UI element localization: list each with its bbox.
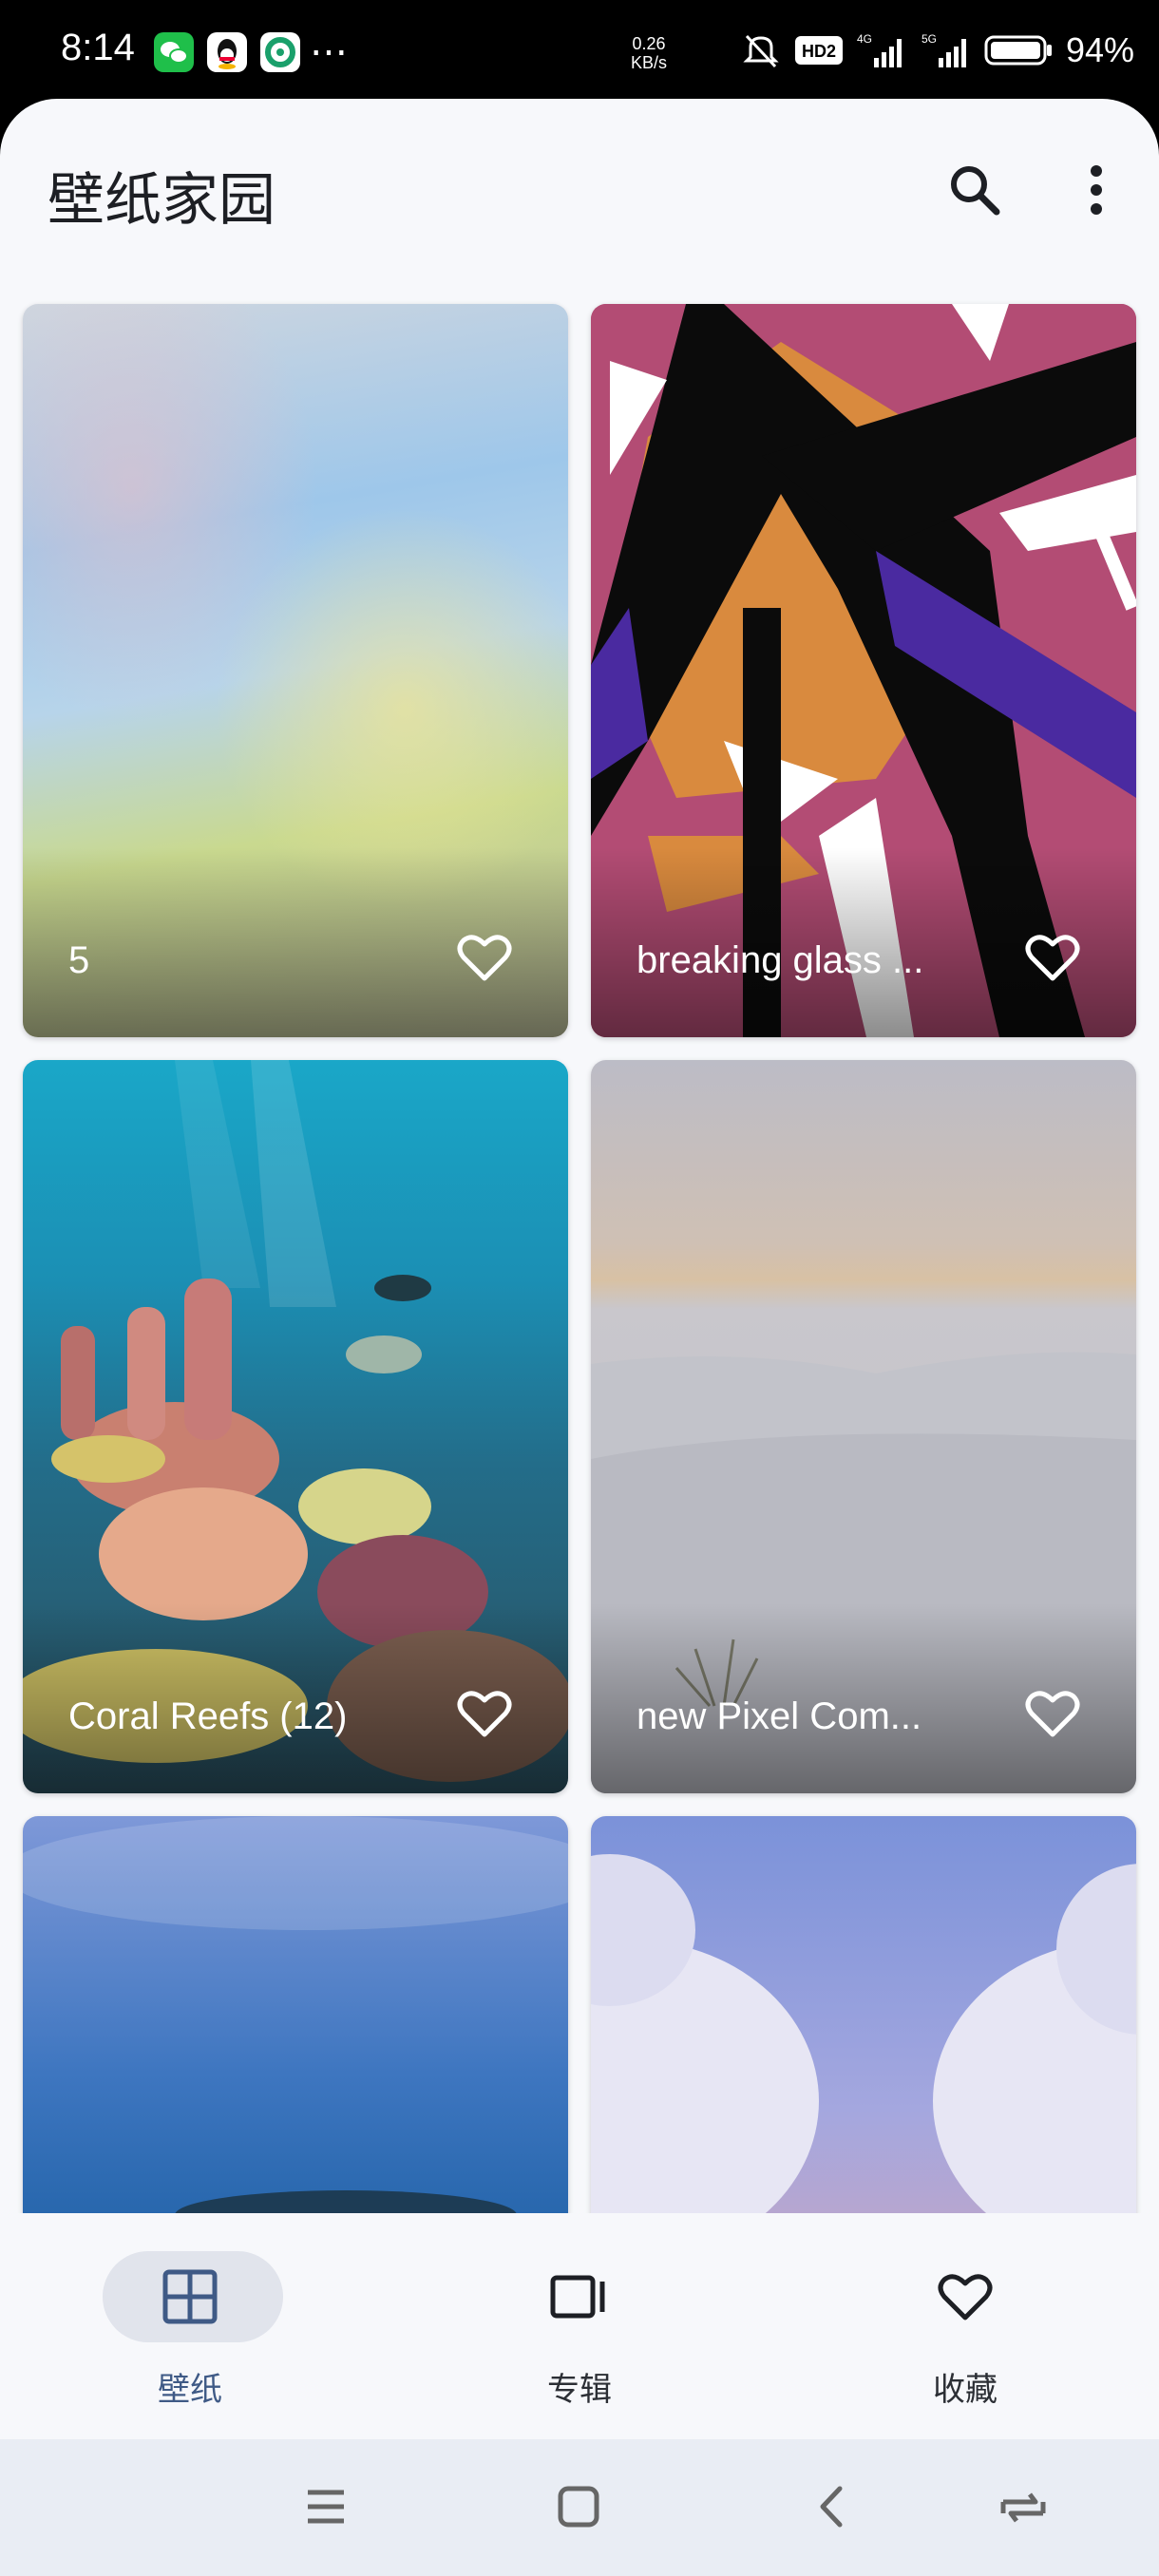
grid-icon xyxy=(162,2269,218,2324)
browser-icon xyxy=(260,32,300,72)
svg-text:HD2: HD2 xyxy=(802,42,836,61)
more-options-button[interactable] xyxy=(1056,150,1136,230)
wallpaper-title: new Pixel Com... xyxy=(636,1695,922,1737)
nav-item-wallpaper[interactable]: 壁纸 xyxy=(95,2251,285,2422)
status-time: 8:14 xyxy=(61,27,135,68)
app-surface: 壁纸家园 5 breaking glass ... Coral Reefs (1… xyxy=(0,99,1159,2439)
home-icon[interactable] xyxy=(555,2483,602,2530)
favorite-button[interactable] xyxy=(454,1683,515,1744)
signal-4g-icon: 4G xyxy=(857,32,902,67)
wallpaper-title: 5 xyxy=(68,939,90,981)
wallpaper-card[interactable]: breaking glass ... xyxy=(591,304,1136,1037)
network-speed: 0.26 KB/s xyxy=(631,34,667,72)
wechat-icon xyxy=(154,32,194,72)
wallpaper-title: Coral Reefs (12) xyxy=(68,1695,348,1737)
system-navigation-bar xyxy=(0,2439,1159,2576)
battery-level: 94% xyxy=(1065,30,1134,69)
signal-5g-icon: 5G xyxy=(922,32,966,67)
back-icon[interactable] xyxy=(809,2483,857,2530)
qq-icon xyxy=(207,32,247,72)
nav-item-album[interactable]: 专辑 xyxy=(484,2251,674,2422)
silent-icon xyxy=(743,34,779,68)
wallpaper-card[interactable]: Coral Reefs (12) xyxy=(23,1060,568,1793)
network-speed-value: 0.26 xyxy=(632,34,666,53)
page-title: 壁纸家园 xyxy=(48,167,276,234)
heart-icon xyxy=(938,2274,993,2320)
favorite-button[interactable] xyxy=(1022,927,1083,988)
bottom-navigation: 壁纸 专辑 收藏 xyxy=(0,2213,1159,2439)
network-speed-unit: KB/s xyxy=(631,53,668,72)
search-icon xyxy=(951,166,1000,216)
svg-text:4G: 4G xyxy=(857,32,872,46)
favorite-button[interactable] xyxy=(1022,1683,1083,1744)
nav-label: 专辑 xyxy=(547,2371,612,2409)
wallpaper-card[interactable]: 5 xyxy=(23,304,568,1037)
switch-app-icon[interactable] xyxy=(998,2483,1049,2530)
nav-item-favorites[interactable]: 收藏 xyxy=(870,2251,1060,2422)
favorite-button[interactable] xyxy=(454,927,515,988)
album-icon xyxy=(550,2275,605,2319)
search-button[interactable] xyxy=(935,150,1015,230)
hd-icon: HD2 xyxy=(794,36,843,65)
nav-label: 壁纸 xyxy=(158,2371,222,2409)
svg-text:5G: 5G xyxy=(922,32,937,46)
status-bar: 8:14 … 0.26 KB/s HD2 4G 5G 94% xyxy=(0,0,1159,103)
more-notifications-icon: … xyxy=(310,21,350,65)
wallpaper-title: breaking glass ... xyxy=(636,939,924,981)
menu-icon[interactable] xyxy=(302,2483,350,2530)
more-vert-icon xyxy=(1091,165,1102,215)
battery-icon xyxy=(984,35,1052,66)
status-icons: HD2 4G 5G 94% xyxy=(739,28,1134,72)
wallpaper-card[interactable]: new Pixel Com... xyxy=(591,1060,1136,1793)
nav-label: 收藏 xyxy=(933,2371,998,2409)
